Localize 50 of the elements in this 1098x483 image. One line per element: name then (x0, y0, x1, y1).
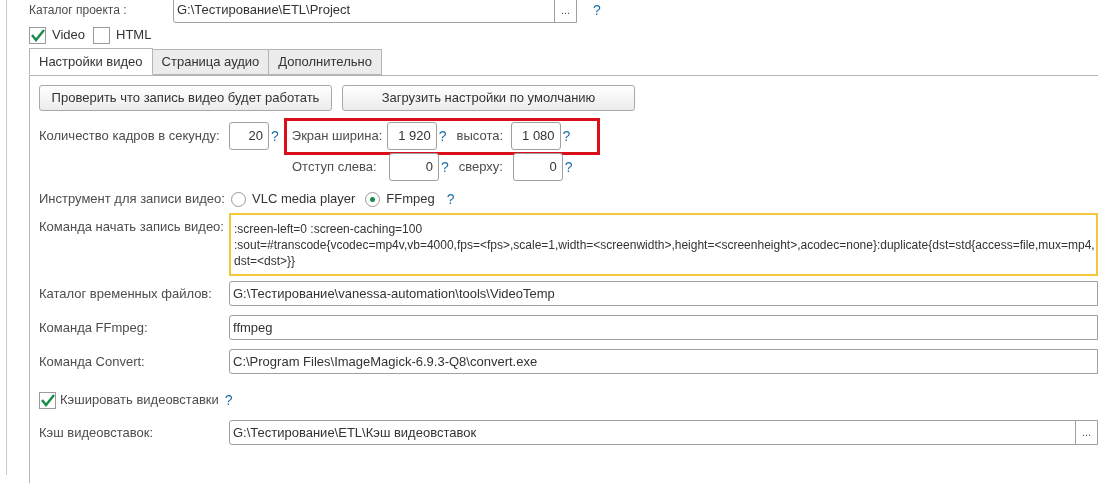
checkbox-label: Video (52, 26, 85, 45)
radio-button[interactable] (231, 191, 246, 207)
radio-button[interactable] (365, 191, 381, 207)
field-label: Экран ширина: (291, 127, 384, 146)
field-label: Кэш видеовставок: (39, 423, 155, 442)
field-label: высота: (456, 127, 505, 146)
help-link[interactable]: ? (444, 188, 457, 210)
browse-button[interactable]: ... (1075, 421, 1097, 444)
field-label: Инструмент для записи видео: (39, 190, 225, 209)
text-field[interactable]: G:\Тестирование\ETL\Кэш видеовставок ... (229, 420, 1098, 445)
field-label: сверху: (458, 158, 504, 177)
number-field[interactable]: 1 080 (510, 122, 561, 150)
folder-field[interactable]: G:\Тестирование\ETL\Project ... (173, 0, 577, 23)
checkbox[interactable] (29, 26, 46, 44)
checkbox-label: HTML (116, 26, 152, 45)
help-link[interactable]: ? (591, 0, 603, 21)
text-field[interactable]: C:\Program Files\ImageMagick-6.9.3-Q8\convert.exe (229, 349, 1098, 374)
checkbox[interactable] (93, 26, 110, 44)
radio-label: VLC media player (252, 190, 356, 209)
help-link[interactable]: ? (560, 125, 573, 147)
radio-label: FFmpeg (386, 190, 435, 209)
help-link[interactable]: ? (439, 156, 451, 178)
field-label: Каталог временных файлов: (39, 284, 213, 303)
field-label: Команда начать запись видео: (39, 219, 224, 234)
checkbox-label: Кэшировать видеовставки (60, 391, 219, 410)
help-link[interactable]: ? (562, 156, 575, 178)
command-textarea[interactable]: :screen-left=0 :screen-caching=100 :sout=#transcode{vcodec=mp4v,vb=4000,fps=<fps>,scale=1,width=<screenwidth>,height=<screenheight>,acodec=none}:duplicate{dst=std{access=file,mux=mp4,dst=<dst>}} (229, 213, 1098, 276)
field-label: Количество кадров в секунду: (39, 127, 221, 146)
field-label: Отступ слева: (292, 158, 378, 177)
help-link[interactable]: ? (436, 125, 449, 147)
number-field[interactable]: 0 (389, 153, 439, 181)
browse-button[interactable]: ... (554, 0, 576, 22)
action-button[interactable]: Загрузить настройки по умолчанию (342, 85, 635, 111)
number-field[interactable]: 0 (512, 153, 563, 181)
text-field[interactable]: ffmpeg (229, 315, 1098, 340)
text-field[interactable]: G:\Тестирование\vanessa-automation\tools\VideoTemp (229, 281, 1098, 306)
checkmark-icon (40, 393, 55, 407)
number-field[interactable]: 1 920 (386, 122, 437, 150)
checkmark-icon (30, 28, 45, 42)
field-label: Команда FFmpeg: (39, 318, 149, 337)
field-label: Команда Convert: (39, 352, 146, 371)
help-link[interactable]: ? (222, 389, 235, 411)
tab[interactable]: Страница аудио (151, 49, 270, 75)
field-label: Каталог проекта : (29, 2, 128, 19)
number-field[interactable]: 20 (229, 122, 269, 150)
help-link[interactable]: ? (269, 125, 281, 147)
tab[interactable]: Настройки видео (29, 48, 153, 75)
checkbox[interactable] (39, 391, 56, 409)
tab[interactable]: Дополнительно (268, 49, 382, 75)
action-button[interactable]: Проверить что запись видео будет работать (39, 85, 332, 111)
